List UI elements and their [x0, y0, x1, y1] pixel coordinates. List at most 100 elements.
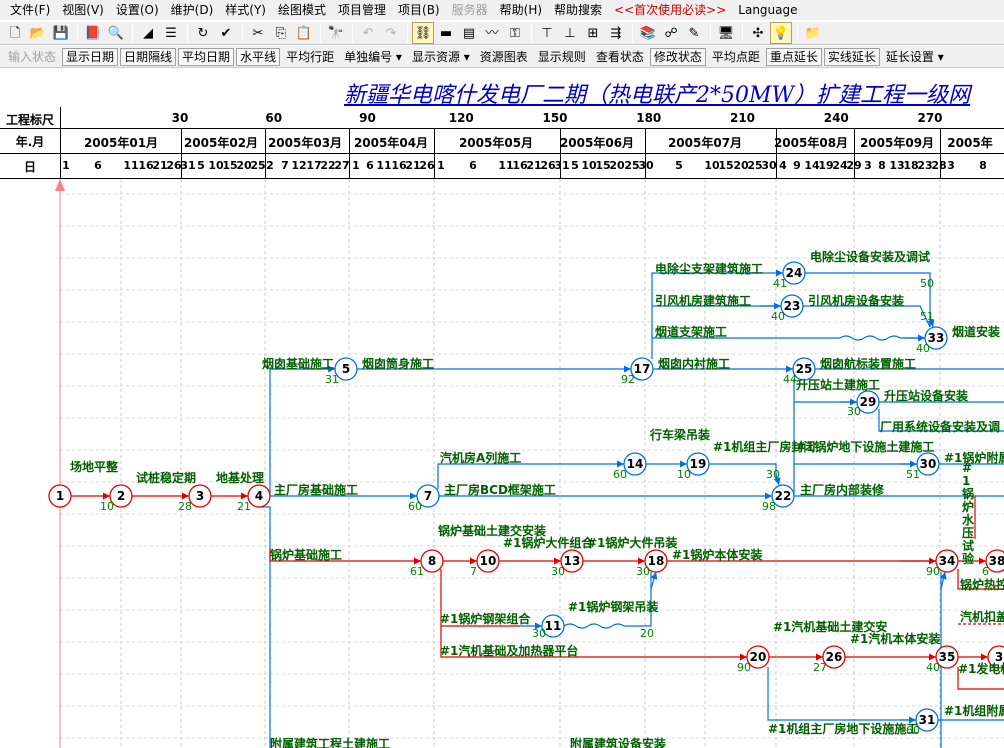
view-toggle-9[interactable]: 显示规则 [534, 48, 590, 66]
node-number: 5 [342, 362, 350, 376]
arrowhead [929, 557, 936, 565]
activity-duration: 50 [920, 277, 934, 290]
folder-up-icon[interactable]: 📁 [802, 22, 824, 44]
menu-item-7[interactable]: 项目(B) [392, 0, 446, 20]
indent-icon[interactable]: ⇶ [605, 22, 627, 44]
network-diagram-canvas[interactable]: 新疆华电喀什发电厂二期（热电联产2*50MW）扩建工程一级网 工程标尺 年.月日 3… [0, 69, 1004, 748]
activity-label: 地基处理 [216, 470, 264, 485]
view-toggle-12[interactable]: 平均点距 [708, 48, 764, 66]
copy-icon[interactable]: ⎘ [270, 22, 292, 44]
activity-arrow [259, 506, 271, 748]
bar-red-icon[interactable]: ▬ [435, 22, 457, 44]
align-bottom-icon[interactable]: ⊥ [559, 22, 581, 44]
open-folder-icon[interactable]: 📂 [27, 22, 49, 44]
menu-item-9[interactable]: 帮助(H) [494, 0, 548, 20]
activity-arrow [767, 667, 916, 721]
monitor-icon[interactable]: 🖥 [715, 22, 737, 44]
node-number: 24 [786, 266, 803, 280]
export-icon[interactable]: 📕 [82, 22, 104, 44]
view-toggle-5[interactable]: 平均行距 [282, 48, 338, 66]
menu-item-8: 服务器 [451, 3, 488, 17]
activity-label: 电除尘支架建筑施工 [655, 261, 763, 276]
activity-label: 烟囱基础施工 [262, 356, 334, 371]
toolbar-separator [407, 24, 408, 42]
bar-list-icon[interactable]: ▤ [458, 22, 480, 44]
menu-item-0[interactable]: 文件(F) [4, 0, 56, 20]
arrowhead [182, 492, 189, 500]
menu-item-6[interactable]: 项目管理 [332, 0, 392, 20]
view-toggle-13[interactable]: 重点延长 [765, 47, 822, 66]
menu-item-4[interactable]: 样式(Y) [219, 0, 272, 20]
node-number: 29 [860, 395, 877, 409]
activity-label: 烟囱筒身施工 [362, 356, 434, 371]
save-icon: 💾 [52, 25, 70, 41]
menu-bar: 文件(F) 视图(V) 设置(O) 维护(D) 样式(Y) 绘图模式 项目管理 项目(B) 服务… [0, 0, 1004, 20]
arrowhead [786, 365, 793, 373]
toolbar-separator [531, 24, 532, 42]
activity-label: #1汽机本体安装 [850, 631, 940, 646]
network-icon[interactable]: ⛓ [412, 22, 434, 44]
menu-item-10[interactable]: 帮助搜索 [548, 0, 608, 20]
activity-duration: 20 [640, 627, 654, 640]
activity-duration: 90 [926, 565, 940, 578]
print-preview-icon[interactable]: 🔍 [105, 22, 127, 44]
view-toggle-10[interactable]: 查看状态 [592, 48, 648, 66]
bulb-icon[interactable]: 💡 [770, 22, 792, 44]
view-toggle-4[interactable]: 水平线 [236, 47, 281, 66]
resource-icon[interactable]: ⚿ [504, 22, 526, 44]
view-toggle-7[interactable]: 显示资源 ▾ [408, 48, 474, 66]
arrowhead [765, 492, 772, 500]
activity-label: #1机组主厂房地下设施施工 [768, 721, 918, 736]
view-toggle-3[interactable]: 平均日期 [178, 47, 235, 66]
view-toggle-11[interactable]: 修改状态 [649, 47, 706, 66]
activity-duration: 28 [178, 500, 192, 513]
menu-item-2[interactable]: 设置(O) [110, 0, 165, 20]
view-toggle-6[interactable]: 单独编号 ▾ [340, 48, 406, 66]
view-toggle-15[interactable]: 延长设置 ▾ [882, 48, 948, 66]
menu-item-11[interactable]: <<首次使用必读>> [608, 0, 732, 20]
menu-item-5[interactable]: 绘图模式 [272, 0, 332, 20]
triangle-icon[interactable]: ◢ [137, 22, 159, 44]
activity-label-char: 验 [962, 551, 975, 566]
view-toggle-8[interactable]: 资源图表 [476, 48, 532, 66]
arrowhead [617, 460, 624, 468]
arrowhead [910, 460, 917, 468]
activity-label-char: 水 [962, 512, 975, 527]
menu-item-3[interactable]: 维护(D) [165, 0, 220, 20]
start-arrow [55, 179, 65, 191]
view-toggle-1[interactable]: 显示日期 [62, 47, 119, 66]
activity-label: 烟囱内衬施工 [658, 356, 730, 371]
main-toolbar: 🗋 📂 💾 📕 🔍 ◢ ☰ ↻ ✔ ✂ ⎘ 📋 🔭 ↶ ↷ ⛓ ▬ ▤ 〰 ⚿ ⊤ ⊥ ⊞ ⇶ 📚 ☍ ✎ 🖥 ✣ 💡 📁 [0, 21, 1004, 45]
activity-duration: 30 [532, 627, 546, 640]
book-icon[interactable]: 📚 [637, 22, 659, 44]
view-toggle-14[interactable]: 实线延长 [823, 47, 880, 66]
node-number: 18 [648, 554, 665, 568]
cross-tool-icon[interactable]: ✣ [747, 22, 769, 44]
toolbar-separator [742, 24, 743, 42]
list-icon[interactable]: ☰ [160, 22, 182, 44]
node-number: 22 [775, 489, 792, 503]
activity-duration: 6 [982, 565, 989, 578]
activity-label: 汽机房A列施工 [440, 450, 521, 465]
paste-icon: 📋 [295, 25, 313, 41]
pen-icon[interactable]: ✎ [683, 22, 705, 44]
align-top-icon[interactable]: ⊤ [536, 22, 558, 44]
new-file-icon[interactable]: 🗋 [4, 22, 26, 44]
network-diagram[interactable]: 1 2 3 4578 101113141718192022232425262930313… [0, 69, 1004, 748]
find-icon[interactable]: 🔭 [325, 22, 347, 44]
activity-label: 电除尘设备安装及调试 [810, 249, 930, 264]
refresh-icon[interactable]: ↻ [192, 22, 214, 44]
menu-item-1[interactable]: 视图(V) [56, 0, 110, 20]
cut-icon[interactable]: ✂ [247, 22, 269, 44]
check-icon[interactable]: ✔ [215, 22, 237, 44]
view-toggle-2[interactable]: 日期隔线 [120, 47, 177, 66]
people-icon[interactable]: ☍ [660, 22, 682, 44]
curve-icon[interactable]: 〰 [481, 22, 503, 44]
node-number: 23 [784, 299, 801, 313]
node-number: 19 [690, 457, 707, 471]
menu-item-12[interactable]: Language [732, 0, 803, 20]
arrowhead [414, 557, 421, 565]
grid-icon[interactable]: ⊞ [582, 22, 604, 44]
activity-duration: 7 [470, 565, 477, 578]
activity-duration: 60 [613, 468, 627, 481]
